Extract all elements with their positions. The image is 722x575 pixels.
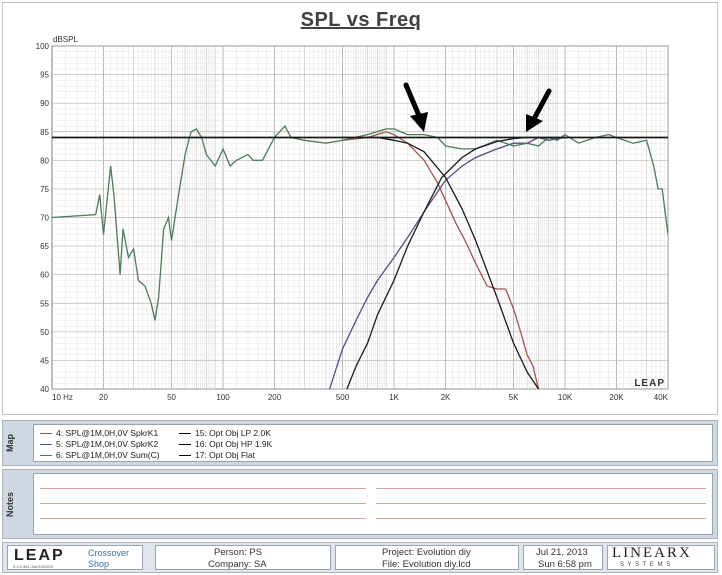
y-tick-label: 90 bbox=[40, 99, 49, 108]
legend-box: 4: SPL@1M,0H,0V SpkrK1 5: SPL@1M,0H,0V S… bbox=[33, 424, 713, 462]
legend-item: 15: Opt Obj LP 2.0K bbox=[179, 428, 271, 438]
x-tick-label: 5K bbox=[509, 393, 519, 402]
legend-item: 6: SPL@1M,0H,0V Sum(C) bbox=[40, 450, 160, 460]
x-tick-label: 2K bbox=[441, 393, 451, 402]
legend-item: 16: Opt Obj HP 1.9K bbox=[179, 439, 272, 449]
note-line bbox=[40, 488, 366, 489]
y-tick-label: 100 bbox=[36, 42, 50, 51]
company-label: Company: SA bbox=[208, 559, 267, 570]
y-tick-label: 45 bbox=[40, 356, 49, 365]
y-tick-label: 80 bbox=[40, 156, 49, 165]
person-label: Person: PS bbox=[214, 547, 263, 558]
y-tick-label: 65 bbox=[40, 242, 49, 251]
legend-side-label: Map bbox=[5, 434, 15, 452]
y-tick-label: 50 bbox=[40, 328, 49, 337]
note-line bbox=[40, 503, 366, 504]
note-line bbox=[40, 518, 366, 519]
legend-swatch bbox=[179, 433, 191, 435]
person-box: Person: PS Company: SA bbox=[155, 545, 331, 570]
leap-logo-box: LEAP 5.2.0.351 Jan/10/2003 Crossover Sho… bbox=[7, 545, 143, 570]
project-label: Project: Evolution diy bbox=[382, 547, 471, 558]
x-tick-label: 100 bbox=[216, 393, 230, 402]
legend-item: 4: SPL@1M,0H,0V SpkrK1 bbox=[40, 428, 158, 438]
y-axis-label: dBSPL bbox=[53, 35, 78, 44]
datetime-box: Jul 21, 2013 Sun 6:58 pm bbox=[523, 545, 603, 570]
legend-item: 17: Opt Obj Flat bbox=[179, 450, 255, 460]
linearx-sub: S Y S T E M S bbox=[620, 562, 672, 568]
y-tick-label: 40 bbox=[40, 385, 49, 394]
x-tick-label: 20 bbox=[99, 393, 108, 402]
leap-watermark: LEAP bbox=[634, 378, 665, 389]
module-name-line1: Crossover bbox=[88, 548, 130, 558]
x-tick-label: 40K bbox=[654, 393, 669, 402]
legend-swatch bbox=[40, 433, 52, 435]
arrow-icon bbox=[403, 82, 428, 132]
y-tick-label: 55 bbox=[40, 299, 49, 308]
x-tick-label: 50 bbox=[167, 393, 176, 402]
project-box: Project: Evolution diy File: Evolution d… bbox=[335, 545, 519, 570]
notes-box[interactable] bbox=[33, 473, 713, 535]
x-tick-label: 20K bbox=[609, 393, 624, 402]
date-label: Jul 21, 2013 bbox=[536, 547, 588, 558]
x-tick-label: 500 bbox=[336, 393, 350, 402]
x-tick-label: 1K bbox=[389, 393, 399, 402]
y-tick-label: 70 bbox=[40, 214, 49, 223]
time-label: Sun 6:58 pm bbox=[538, 559, 592, 570]
note-line bbox=[376, 503, 706, 504]
legend-swatch bbox=[40, 444, 52, 446]
notes-band: Notes bbox=[2, 469, 718, 539]
legend-swatch bbox=[40, 455, 52, 457]
footer-band: LEAP 5.2.0.351 Jan/10/2003 Crossover Sho… bbox=[2, 542, 718, 573]
module-name-line2: Shop bbox=[88, 559, 110, 569]
spl-frequency-chart: 40 45 50 55 60 65 70 75 80 85 90 95 100 10 Hz 20 50 100 2… bbox=[36, 35, 669, 402]
legend-item: 5: SPL@1M,0H,0V SpkrK2 bbox=[40, 439, 158, 449]
x-tick-label: 200 bbox=[268, 393, 282, 402]
leap-logo: LEAP bbox=[14, 547, 65, 564]
note-line bbox=[376, 488, 706, 489]
leap-version: 5.2.0.351 Jan/10/2003 bbox=[13, 564, 53, 569]
x-tick-label: 10 Hz bbox=[52, 393, 73, 402]
y-tick-label: 60 bbox=[40, 271, 49, 280]
linearx-logo-box: LINEARX S Y S T E M S bbox=[607, 545, 715, 570]
y-tick-label: 85 bbox=[40, 128, 49, 137]
legend-swatch bbox=[179, 444, 191, 446]
file-label: File: Evolution diy.lcd bbox=[382, 559, 471, 570]
x-tick-label: 10K bbox=[558, 393, 573, 402]
note-line bbox=[376, 518, 706, 519]
y-tick-label: 75 bbox=[40, 185, 49, 194]
y-tick-label: 95 bbox=[40, 71, 49, 80]
linearx-logo: LINEARX bbox=[612, 545, 692, 561]
legend-band: Map 4: SPL@1M,0H,0V SpkrK1 5: SPL@1M,0H,… bbox=[2, 420, 718, 466]
legend-swatch bbox=[179, 455, 191, 457]
arrow-icon bbox=[526, 88, 552, 132]
notes-side-label: Notes bbox=[5, 491, 15, 517]
